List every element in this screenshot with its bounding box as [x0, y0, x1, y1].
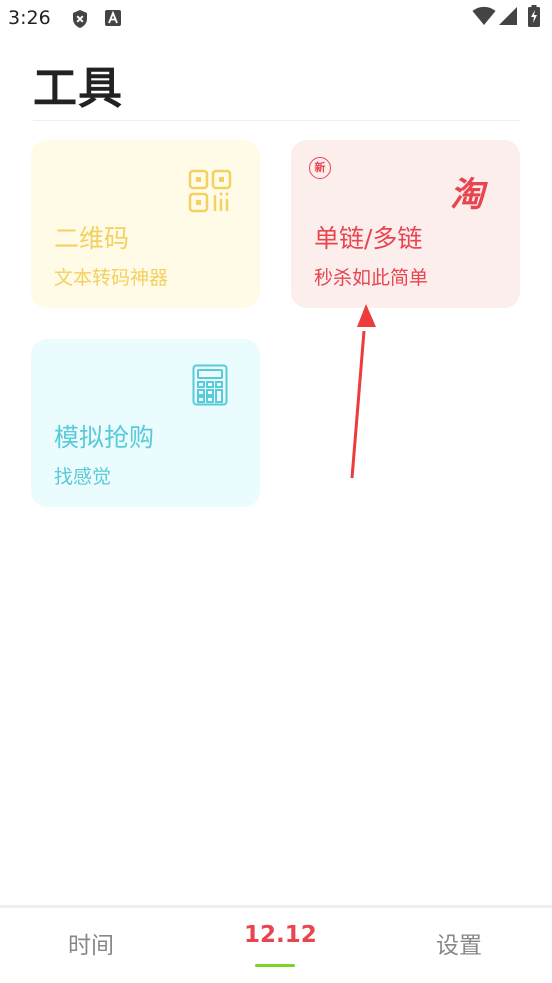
card-subtitle: 文本转码神器: [54, 267, 169, 289]
new-badge: 新: [309, 157, 331, 179]
qr-code-icon: [188, 169, 232, 217]
a-badge-icon: [104, 9, 122, 31]
status-bar: 3:26: [0, 0, 552, 38]
tab-12-12[interactable]: 12.12: [244, 922, 317, 948]
simulate-card[interactable]: 模拟抢购 找感觉: [31, 339, 260, 507]
qr-code-card[interactable]: 二维码 文本转码神器: [31, 140, 260, 308]
calculator-icon: [192, 364, 228, 410]
page-title: 工具: [33, 63, 123, 114]
title-divider: [33, 120, 520, 121]
battery-charging-icon: [528, 5, 540, 31]
status-time: 3:26: [8, 7, 51, 29]
link-card[interactable]: 新 淘 单链/多链 秒杀如此简单: [291, 140, 520, 308]
active-tab-indicator: [255, 964, 295, 967]
card-title: 模拟抢购: [54, 423, 155, 452]
card-title: 二维码: [54, 224, 130, 253]
card-title: 单链/多链: [314, 224, 423, 253]
signal-icon: [498, 6, 518, 30]
wifi-icon: [472, 6, 496, 30]
taobao-logo: 淘: [450, 175, 484, 215]
bottom-nav: 时间 12.12 设置: [0, 905, 552, 983]
card-subtitle: 秒杀如此简单: [314, 267, 429, 289]
tab-time[interactable]: 时间: [68, 926, 114, 960]
shield-x-icon: [71, 9, 89, 33]
card-subtitle: 找感觉: [54, 466, 112, 488]
tab-settings[interactable]: 设置: [436, 926, 482, 960]
